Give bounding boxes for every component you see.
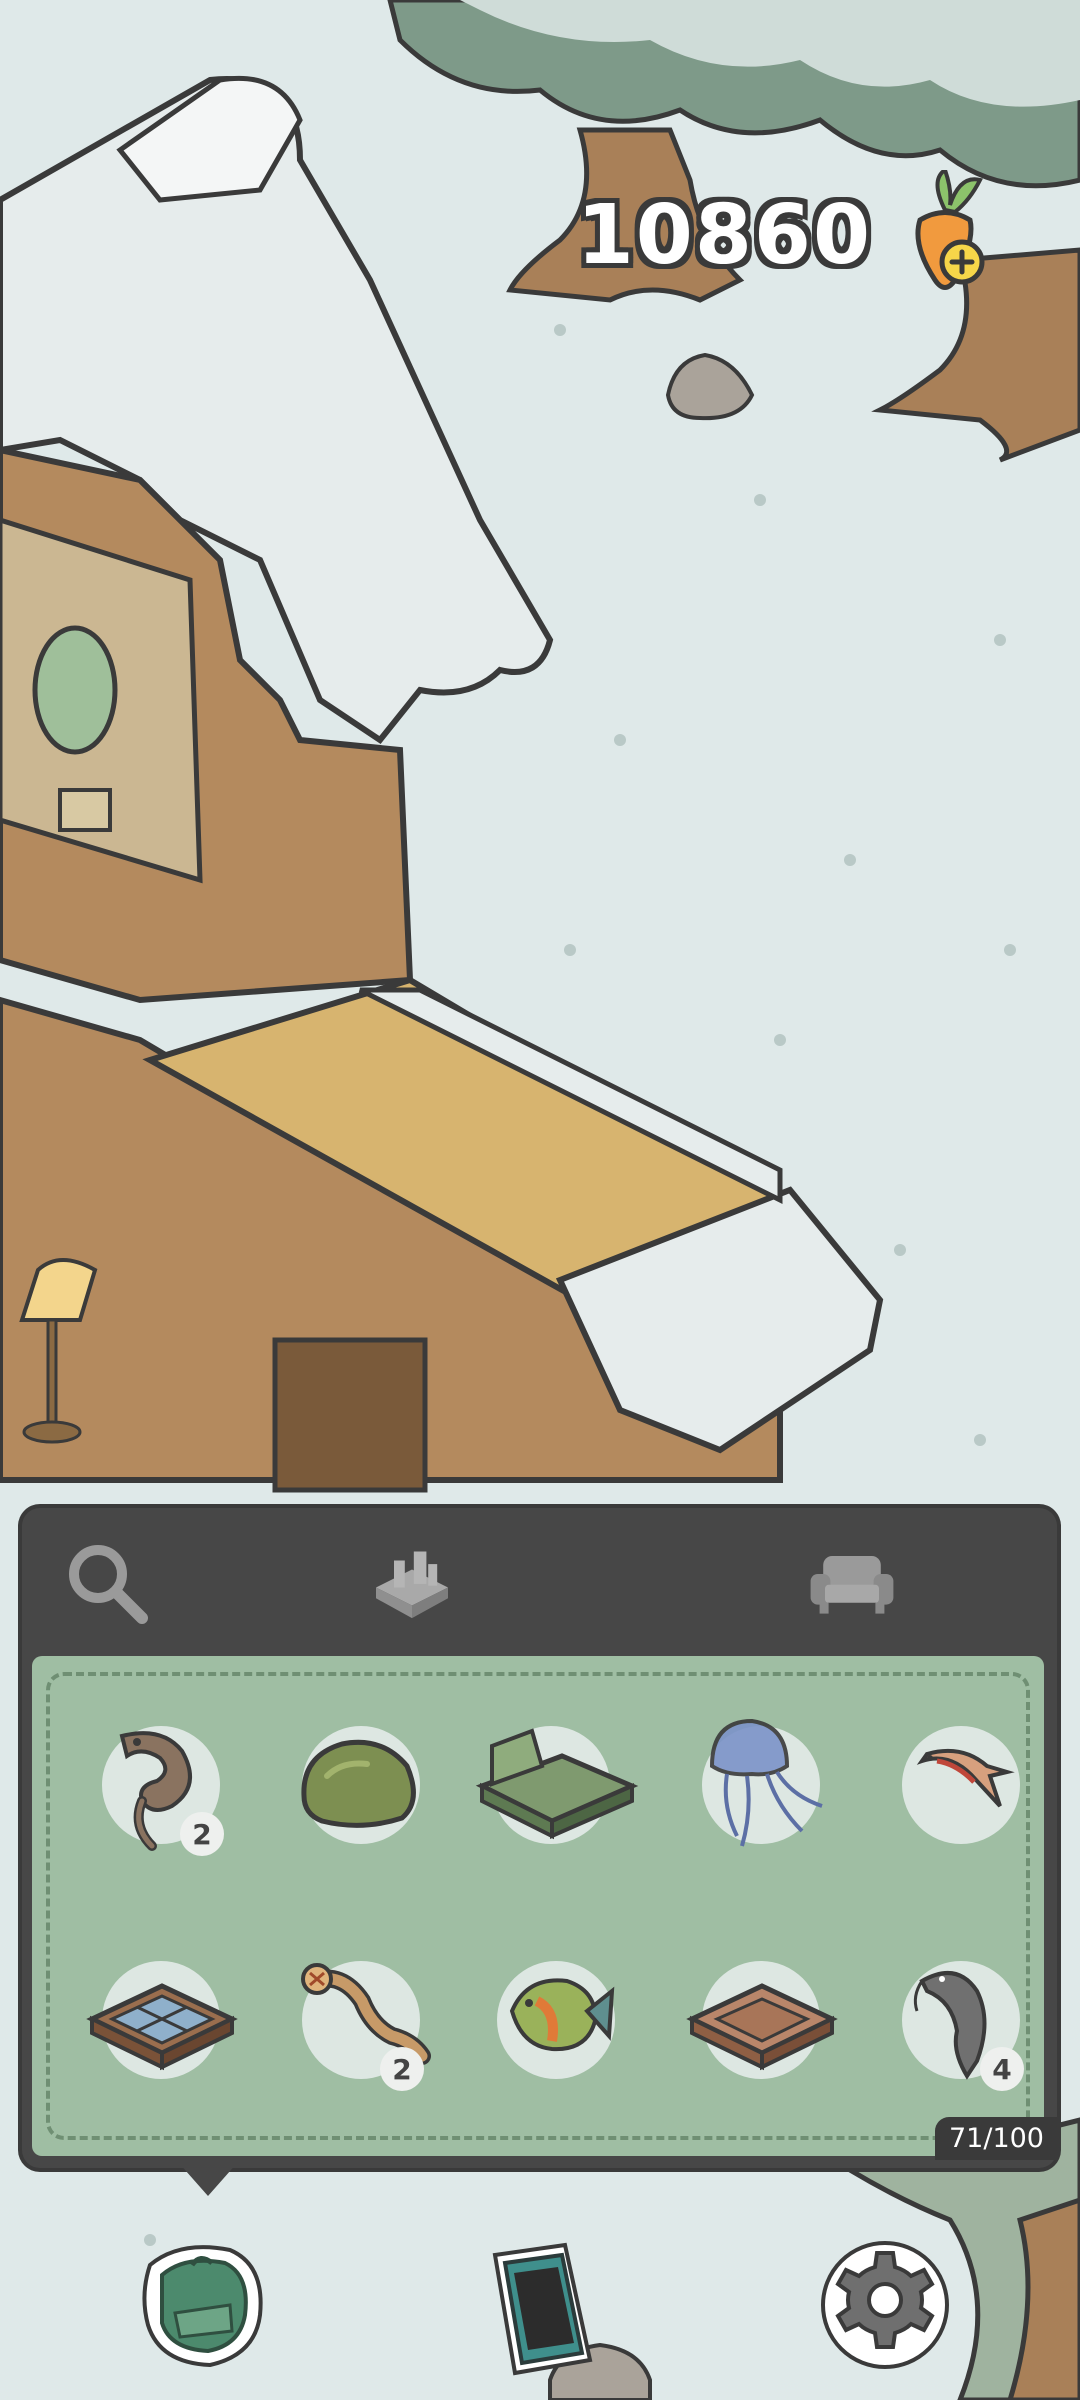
inventory-slot-catfish[interactable]: 4 <box>882 1941 1032 2091</box>
inventory-slot-bluegill[interactable] <box>477 1941 627 2091</box>
inventory-slot-lounge-chair[interactable] <box>472 1706 639 1856</box>
sofa-icon <box>810 1556 894 1614</box>
currency-value: 10860 <box>576 187 872 283</box>
inventory-slot-jellyfish[interactable] <box>682 1706 832 1856</box>
search-icon <box>69 1545 148 1624</box>
backpack-button[interactable] <box>130 2235 280 2379</box>
green-lounge-chair-icon <box>475 1728 639 1840</box>
inventory-tab-bar <box>22 1508 1057 1654</box>
inventory-slot-wooden-crate[interactable] <box>682 1941 838 2091</box>
phone-button[interactable] <box>470 2235 610 2389</box>
fish-tank-icon <box>376 1551 448 1619</box>
green-rock-icon <box>301 1739 416 1828</box>
inventory-grid: 2 2 4 <box>32 1656 1044 2156</box>
currency-counter: 10860 <box>576 166 1000 300</box>
tab-search[interactable] <box>62 1538 152 1628</box>
jellyfish-icon <box>709 1718 823 1847</box>
bluegill-fish-icon <box>509 1978 615 2052</box>
settings-button[interactable] <box>815 2235 955 2379</box>
inventory-slot-small-fish[interactable] <box>882 1706 1032 1856</box>
inventory-slot-spotted-eel[interactable]: 2 <box>282 1941 432 2091</box>
backpack-icon <box>142 2245 263 2368</box>
glass-floor-tile-icon <box>86 1983 238 2071</box>
panel-pointer <box>178 2162 238 2196</box>
item-count: 4 <box>980 2047 1024 2091</box>
inventory-slot-eel[interactable]: 2 <box>82 1706 232 1856</box>
tab-fish-tank[interactable] <box>367 1538 457 1628</box>
inventory-capacity: 71/100 <box>935 2117 1058 2160</box>
item-count: 2 <box>380 2047 424 2091</box>
carrot-plus-icon[interactable] <box>890 166 1000 300</box>
tab-furniture[interactable] <box>807 1538 897 1628</box>
phone-icon <box>492 2242 593 2376</box>
item-count: 2 <box>180 1812 224 1856</box>
gear-icon <box>821 2241 949 2369</box>
inventory-panel: 2 2 4 <box>22 1508 1057 2168</box>
small-fish-icon <box>916 1748 1015 1808</box>
inventory-slot-green-rock[interactable] <box>282 1706 432 1856</box>
wooden-crate-icon <box>686 1983 838 2071</box>
inventory-slot-glass-tile[interactable] <box>82 1941 238 2091</box>
